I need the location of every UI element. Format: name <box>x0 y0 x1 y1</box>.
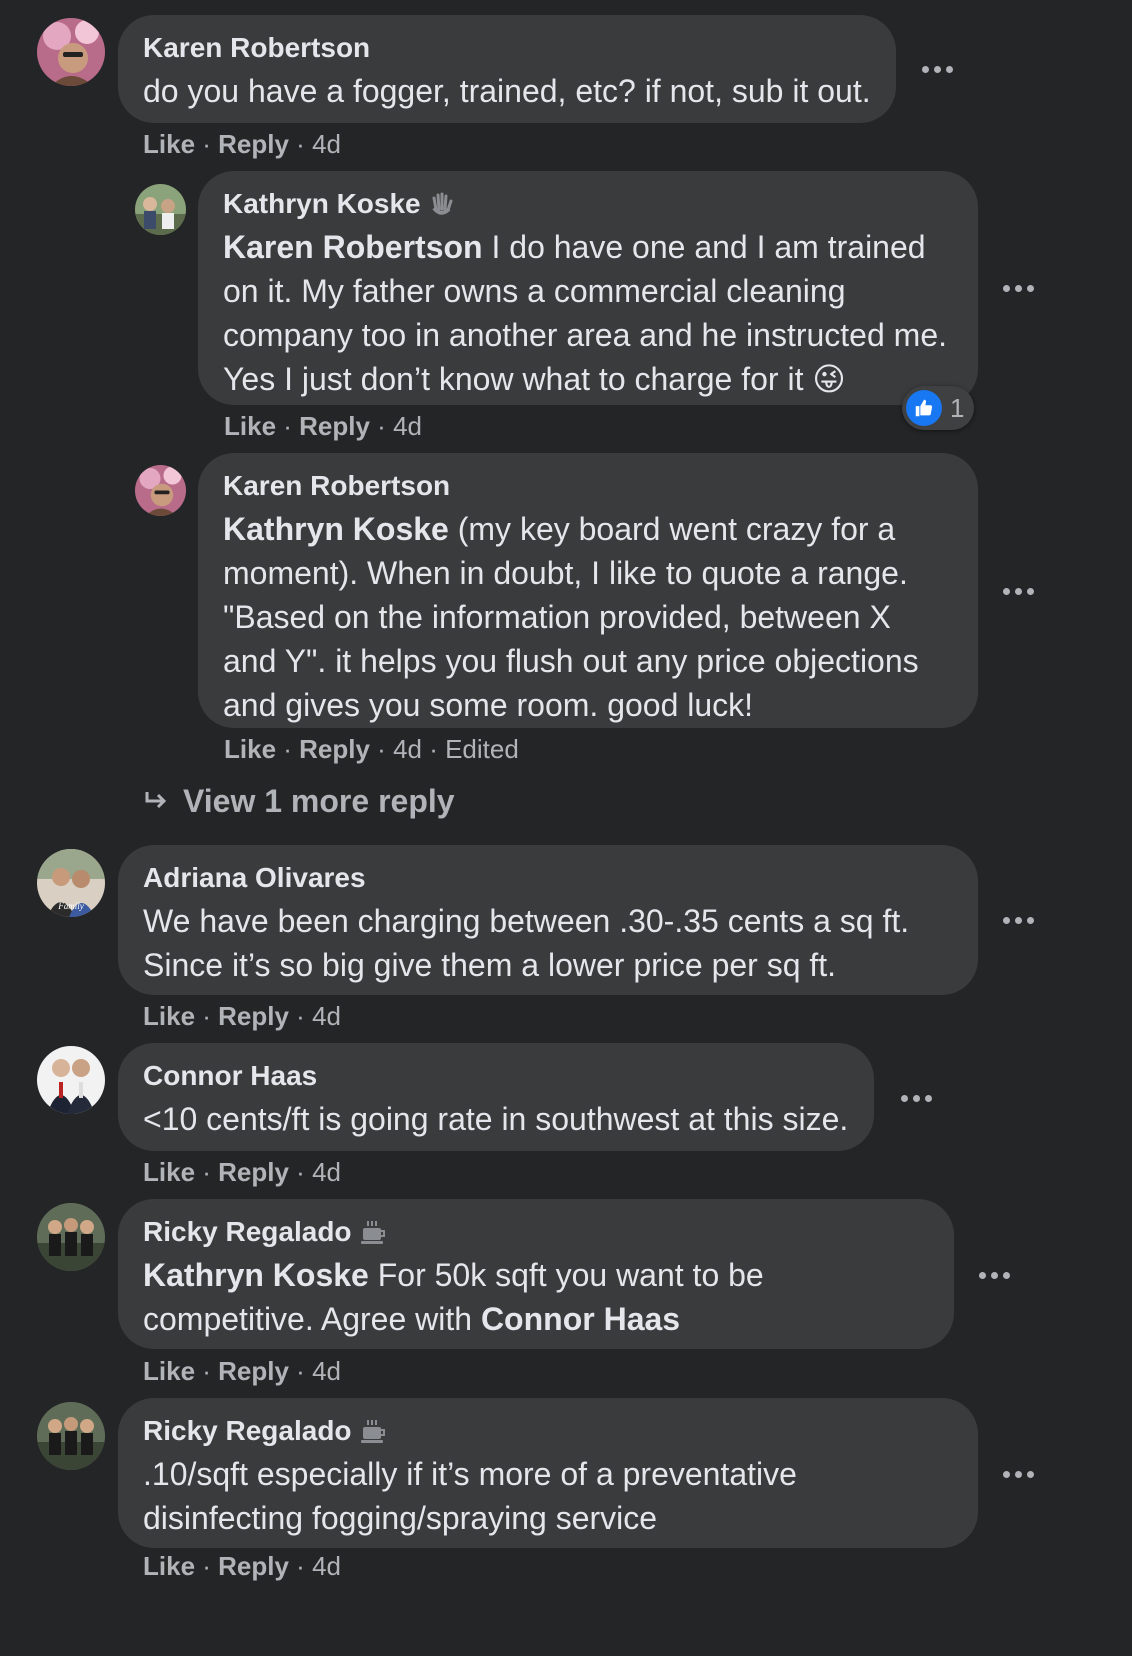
comment-text: We have been charging between .30-.35 ce… <box>143 903 910 983</box>
comment-actions: Like · Reply · 4d <box>143 129 341 159</box>
comment-author[interactable]: Ricky Regalado <box>143 1215 929 1249</box>
comment-bubble: Connor Haas <10 cents/ft is going rate i… <box>118 1043 874 1151</box>
mention-link[interactable]: Connor Haas <box>481 1301 680 1337</box>
avatar[interactable] <box>135 465 186 516</box>
reply-button[interactable]: Reply <box>218 1551 289 1581</box>
comment-text: Kathryn Koske For 50k sqft you want to b… <box>143 1257 764 1337</box>
mention-link[interactable]: Karen Robertson <box>223 229 483 265</box>
avatar[interactable] <box>37 1046 105 1114</box>
edited-label: Edited <box>445 734 519 764</box>
reply-button[interactable]: Reply <box>218 1356 289 1386</box>
comment-author[interactable]: Connor Haas <box>143 1059 849 1093</box>
coffee-cup-icon <box>358 1416 388 1446</box>
reply-button[interactable]: Reply <box>218 129 289 159</box>
like-button[interactable]: Like <box>143 1001 195 1031</box>
mention-link[interactable]: Kathryn Koske <box>223 511 449 547</box>
comment-actions: Like · Reply · 4d <box>143 1157 341 1187</box>
avatar[interactable]: Family <box>37 849 105 917</box>
avatar[interactable] <box>37 1203 105 1271</box>
like-button[interactable]: Like <box>224 734 276 764</box>
more-options-button[interactable] <box>972 1253 1016 1297</box>
comment-bubble: Ricky Regalado .10/sqft especially if it… <box>118 1398 978 1548</box>
more-options-button[interactable] <box>996 1452 1040 1496</box>
comment-bubble: Adriana Olivares We have been charging b… <box>118 845 978 995</box>
comment-actions: Like · Reply · 4d · Edited <box>224 734 519 764</box>
comment-text: do you have a fogger, trained, etc? if n… <box>143 73 871 109</box>
comment-bubble: Karen Robertson Kathryn Koske (my key bo… <box>198 453 978 728</box>
avatar[interactable] <box>37 1402 105 1470</box>
reply-button[interactable]: Reply <box>299 411 370 441</box>
comments-panel: Karen Robertson do you have a fogger, tr… <box>0 0 1132 1656</box>
more-options-button[interactable] <box>996 898 1040 942</box>
comment-author[interactable]: Karen Robertson <box>223 469 953 503</box>
timestamp[interactable]: 4d <box>393 411 422 441</box>
timestamp[interactable]: 4d <box>393 734 422 764</box>
coffee-cup-icon <box>358 1217 388 1247</box>
timestamp[interactable]: 4d <box>312 1001 341 1031</box>
avatar[interactable] <box>135 184 186 235</box>
more-options-button[interactable] <box>996 569 1040 613</box>
like-button[interactable]: Like <box>143 1551 195 1581</box>
avatar[interactable] <box>37 18 105 86</box>
comment-author[interactable]: Adriana Olivares <box>143 861 953 895</box>
reaction-count[interactable]: 1 <box>902 386 975 430</box>
reply-arrow-icon <box>143 783 169 820</box>
view-more-replies-link[interactable]: View 1 more reply <box>143 783 455 820</box>
comment-text: Kathryn Koske (my key board went crazy f… <box>223 511 919 723</box>
more-options-button[interactable] <box>996 266 1040 310</box>
comment-actions: Like · Reply · 4d <box>143 1356 341 1386</box>
comment-text: <10 cents/ft is going rate in southwest … <box>143 1101 849 1137</box>
like-button[interactable]: Like <box>224 411 276 441</box>
comment-bubble: Karen Robertson do you have a fogger, tr… <box>118 15 896 123</box>
mention-link[interactable]: Kathryn Koske <box>143 1257 369 1293</box>
comment-author[interactable]: Ricky Regalado <box>143 1414 953 1448</box>
timestamp[interactable]: 4d <box>312 129 341 159</box>
timestamp[interactable]: 4d <box>312 1356 341 1386</box>
like-button[interactable]: Like <box>143 1157 195 1187</box>
timestamp[interactable]: 4d <box>312 1551 341 1581</box>
comment-text: Karen Robertson I do have one and I am t… <box>223 229 947 397</box>
comment-text: .10/sqft especially if it’s more of a pr… <box>143 1456 797 1536</box>
like-button[interactable]: Like <box>143 1356 195 1386</box>
thumbs-up-icon <box>906 390 942 426</box>
reply-button[interactable]: Reply <box>299 734 370 764</box>
more-options-button[interactable] <box>894 1076 938 1120</box>
comment-bubble: Kathryn Koske Karen Robertson I do have … <box>198 171 978 405</box>
comment-author[interactable]: Karen Robertson <box>143 31 871 65</box>
comment-actions: Like · Reply · 4d <box>143 1001 341 1031</box>
comment-bubble: Ricky Regalado Kathryn Koske For 50k sqf… <box>118 1199 954 1349</box>
timestamp[interactable]: 4d <box>312 1157 341 1187</box>
like-button[interactable]: Like <box>143 129 195 159</box>
svg-text:Family: Family <box>57 901 84 911</box>
comment-actions: Like · Reply · 4d <box>224 411 422 441</box>
wave-icon <box>427 189 457 219</box>
reply-button[interactable]: Reply <box>218 1157 289 1187</box>
more-options-button[interactable] <box>915 47 959 91</box>
comment-actions: Like · Reply · 4d <box>143 1551 341 1581</box>
comment-author[interactable]: Kathryn Koske <box>223 187 953 221</box>
reply-button[interactable]: Reply <box>218 1001 289 1031</box>
